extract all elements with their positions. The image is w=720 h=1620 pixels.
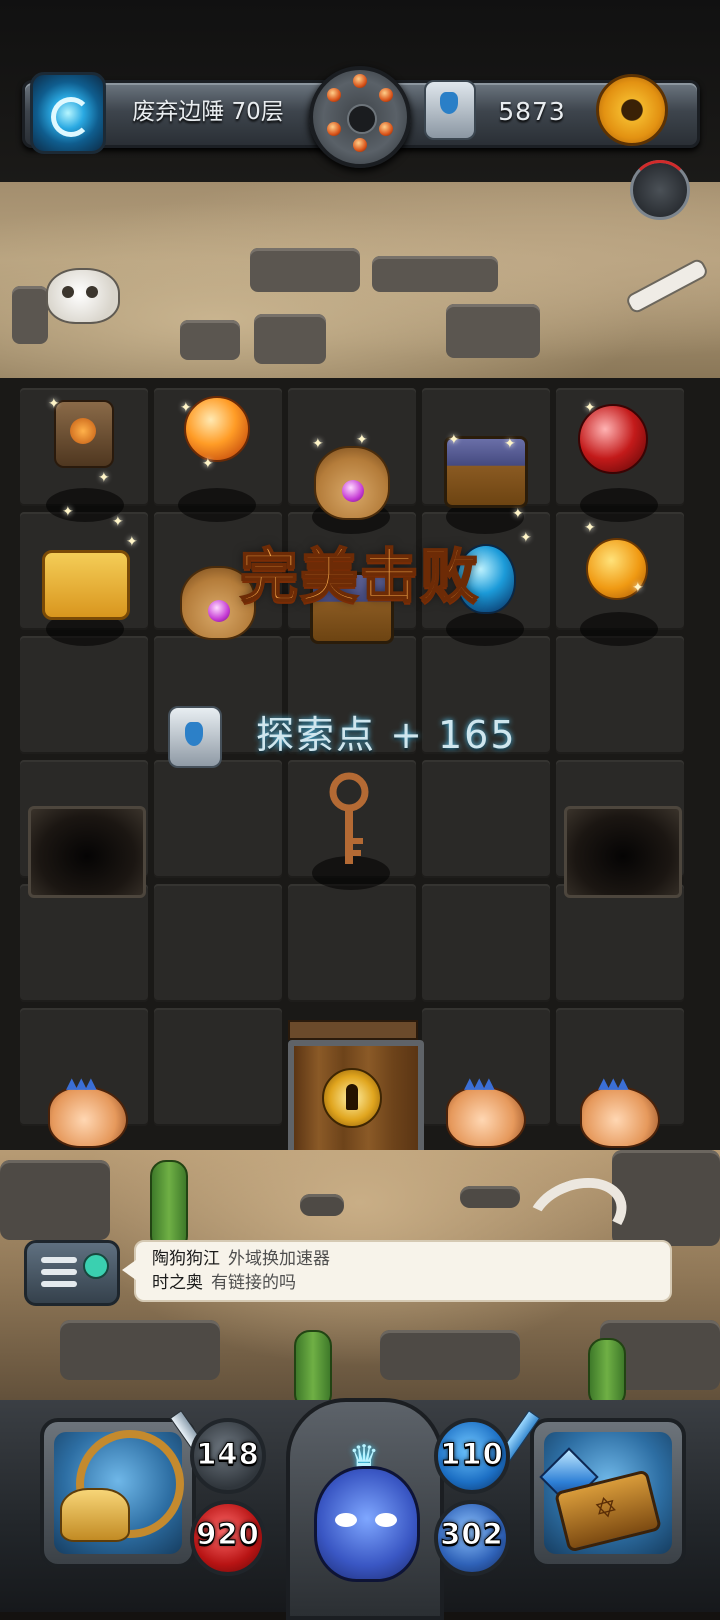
sparkle-icon: ✦ (126, 534, 138, 550)
chamber-icon (353, 138, 367, 152)
sparkle-icon: ✦ (448, 432, 460, 448)
grid-tile[interactable] (154, 1008, 282, 1126)
sparkle-icon: ✦ (98, 470, 110, 486)
cylinder-hub (347, 104, 377, 134)
exploration-points: 5873 (498, 97, 566, 126)
portal-icon[interactable] (30, 72, 106, 154)
cactus-decoration (588, 1338, 626, 1408)
chamber-icon (353, 74, 367, 88)
chat-button[interactable] (24, 1240, 120, 1306)
item-shadow (580, 612, 658, 646)
chat-message: 时之奥 有链接的吗 (152, 1270, 296, 1296)
grid-tile[interactable] (154, 884, 282, 1002)
skull-decoration (46, 268, 120, 324)
hero-portrait[interactable] (314, 1466, 420, 1582)
rock (460, 1186, 520, 1208)
chat-icon (41, 1257, 77, 1263)
wall-stone (254, 314, 326, 364)
hp-value: 920 (196, 1517, 260, 1552)
sparkle-icon: ✦ (632, 580, 644, 596)
pit-hole (564, 806, 682, 898)
attack-value: 148 (196, 1437, 260, 1472)
rock (60, 1320, 220, 1380)
chamber-icon (327, 88, 341, 102)
settings-gear-button[interactable] (596, 70, 668, 150)
timer-dial-icon[interactable] (630, 160, 690, 220)
chamber-icon (327, 122, 341, 136)
sparkle-icon: ✦ (520, 530, 532, 546)
potion-bag-item[interactable] (314, 446, 390, 520)
exploration-stone-icon (168, 706, 222, 768)
wall-stone (250, 248, 360, 292)
grid-tile[interactable] (20, 636, 148, 754)
grid-tile[interactable] (422, 760, 550, 878)
defense-value: 302 (440, 1517, 504, 1552)
grid-tile[interactable] (20, 884, 148, 1002)
gear-icon (626, 70, 638, 150)
sparkle-icon: ✦ (512, 506, 524, 522)
grid-tile[interactable] (556, 636, 684, 754)
rock (0, 1160, 110, 1240)
sparkle-icon: ✦ (504, 436, 516, 452)
keyhole-icon (322, 1068, 382, 1128)
puzzle-piece-item[interactable] (42, 550, 130, 620)
exploration-stone-icon (424, 80, 476, 140)
perfect-defeat-title: 完美击败 (239, 541, 480, 611)
chat-sender: 陶狗狗江 (152, 1249, 220, 1269)
chat-sender: 时之奥 (152, 1273, 203, 1293)
chat-message: 陶狗狗江 外域换加速器 (152, 1246, 330, 1272)
cactus-decoration (150, 1160, 188, 1252)
chat-icon (41, 1269, 77, 1275)
sparkle-icon: ✦ (584, 520, 596, 536)
sparkle-icon: ✦ (584, 400, 596, 416)
sparkle-icon: ✦ (202, 456, 214, 472)
dragon-ball-orb-item[interactable] (184, 396, 250, 462)
wall-stone (180, 320, 240, 360)
rune-block-item[interactable] (54, 400, 114, 468)
chamber-icon (379, 88, 393, 102)
cactus-decoration (294, 1330, 332, 1410)
sparkle-icon: ✦ (62, 504, 74, 520)
sparkle-icon: ✦ (312, 436, 324, 452)
level-label: 废弃边陲 70层 (132, 99, 284, 125)
grid-tile[interactable] (556, 884, 684, 1002)
magic-value: 110 (440, 1437, 504, 1472)
chamber-icon (379, 122, 393, 136)
sparkle-icon: ✦ (356, 432, 368, 448)
wall-stone (372, 256, 498, 292)
chat-text: 外域换加速器 (228, 1249, 330, 1269)
helmet-icon (60, 1488, 130, 1542)
door-lintel (288, 1020, 418, 1040)
item-shadow (446, 612, 524, 646)
item-shadow (178, 488, 256, 522)
reward-text: 探索点 + 165 (256, 713, 517, 757)
sparkle-icon: ✦ (48, 396, 60, 412)
chat-preview[interactable]: 陶狗狗江 外域换加速器 时之奥 有链接的吗 (122, 1240, 672, 1302)
chat-status-icon (83, 1253, 109, 1279)
bronze-key-item[interactable] (326, 772, 372, 868)
sparkle-icon: ✦ (112, 514, 124, 530)
chat-icon (41, 1281, 77, 1287)
grid-tile[interactable] (288, 884, 416, 1002)
sparkle-icon: ✦ (180, 400, 192, 416)
wall-stone (12, 286, 48, 344)
grid-tile[interactable] (422, 884, 550, 1002)
rock (612, 1150, 720, 1246)
rock (300, 1194, 344, 1216)
revolver-cylinder-icon[interactable] (309, 66, 411, 168)
wall-stone (446, 304, 540, 358)
grid-tile[interactable] (154, 760, 282, 878)
rock (380, 1330, 520, 1380)
pit-hole (28, 806, 146, 898)
chat-text: 有链接的吗 (211, 1273, 296, 1293)
item-shadow (580, 488, 658, 522)
